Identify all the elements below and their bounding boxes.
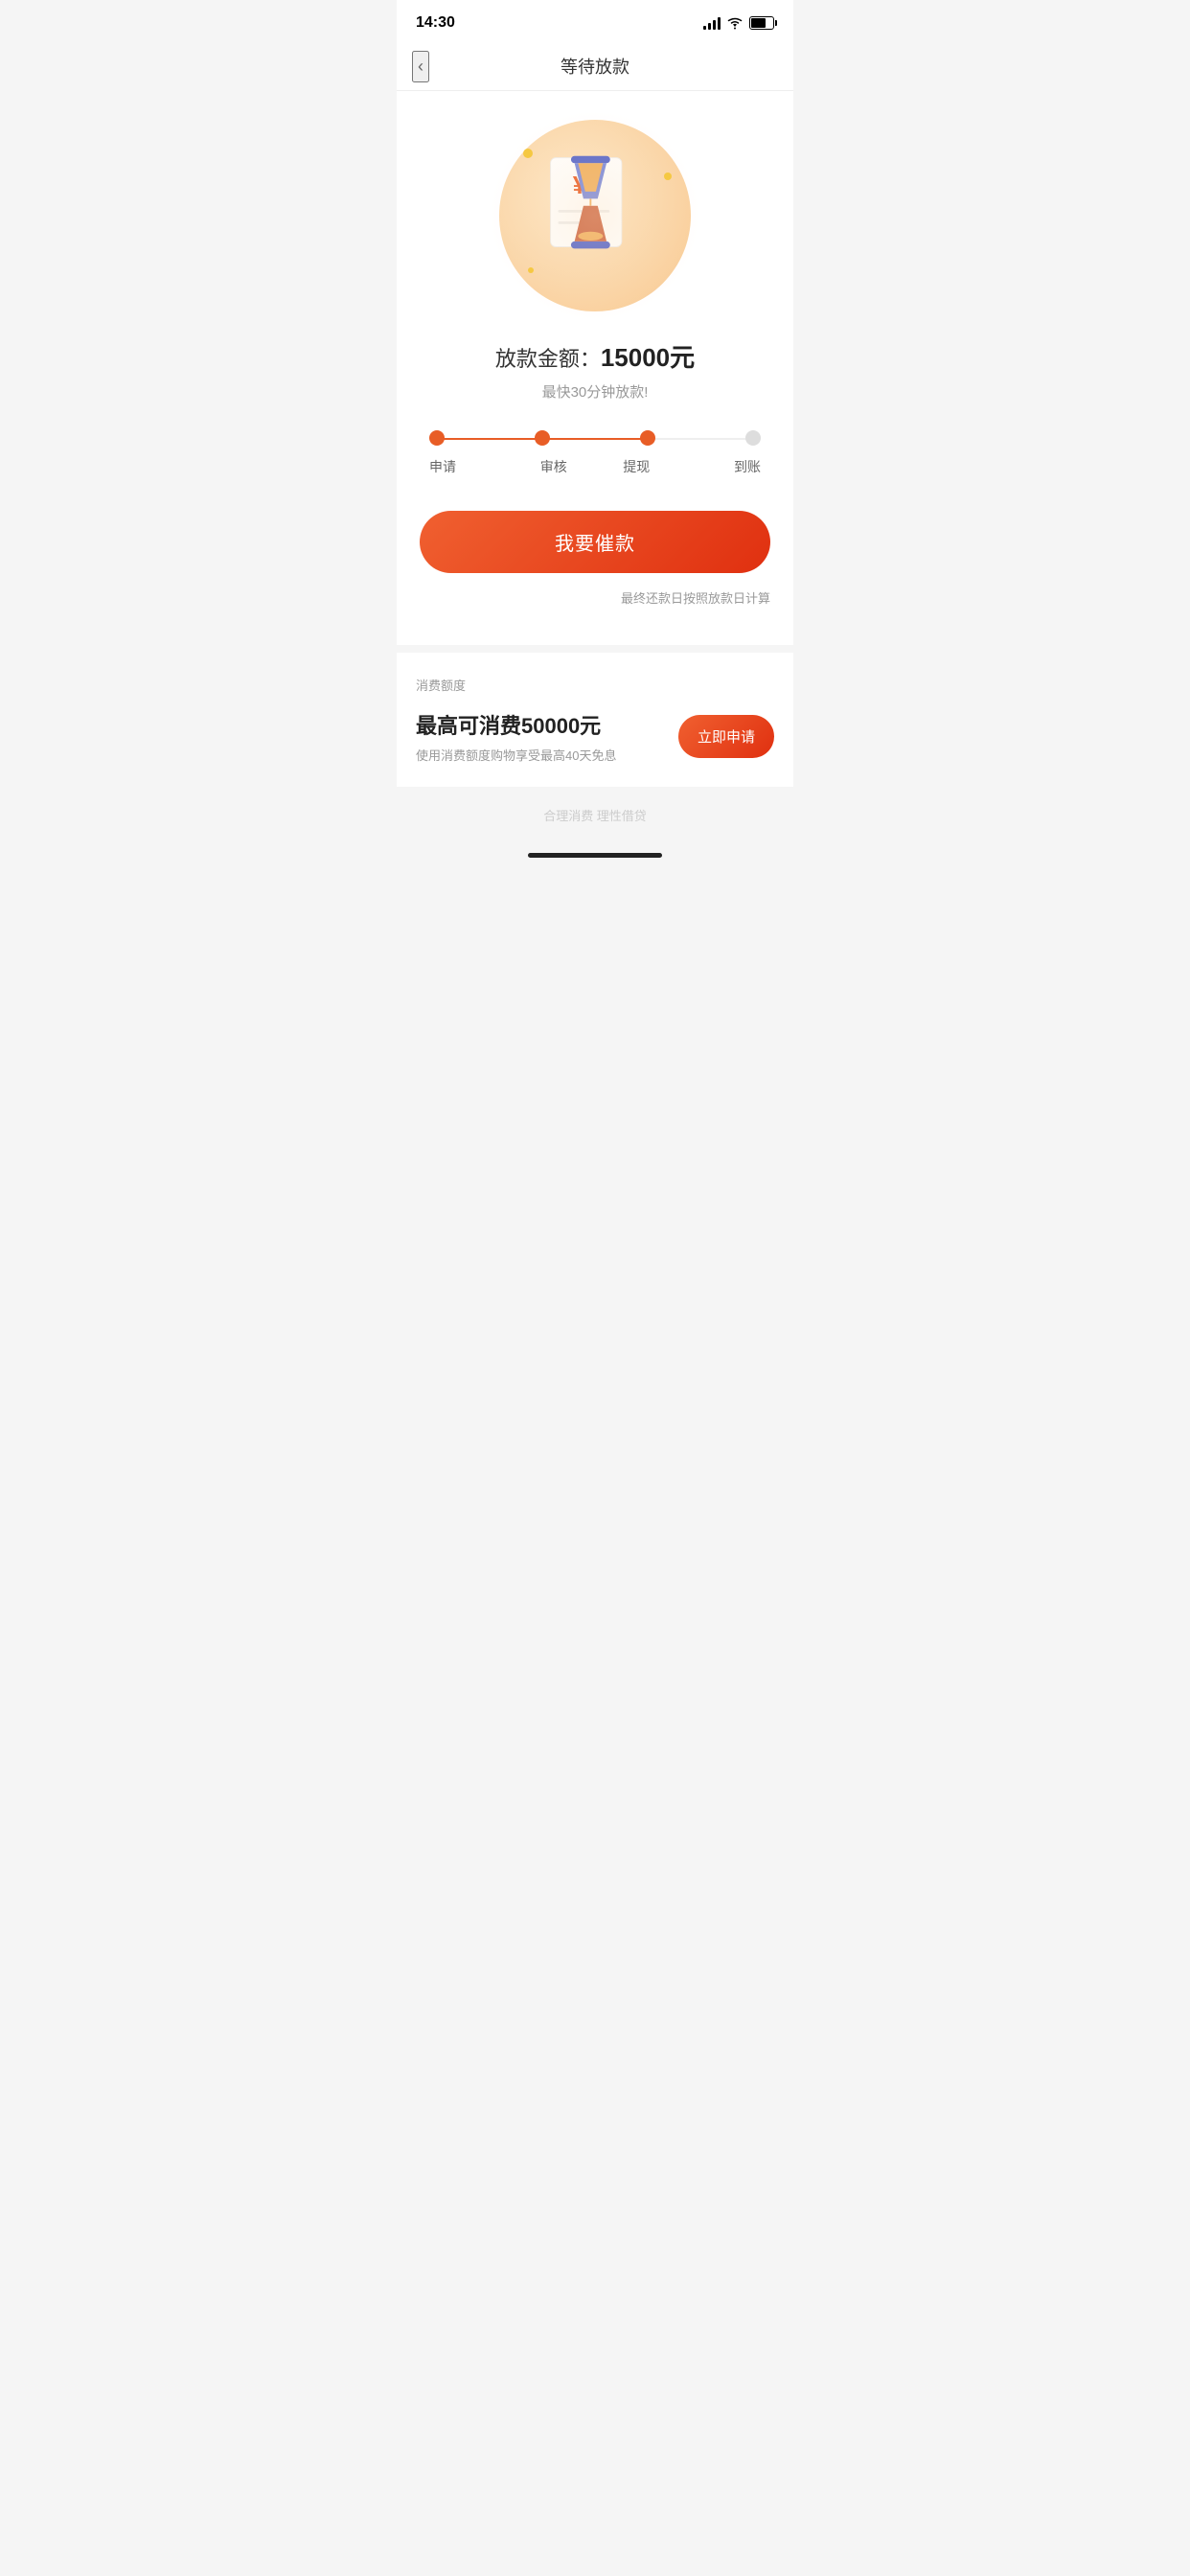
- progress-step-3: [640, 430, 655, 446]
- promo-description: 使用消费额度购物享受最高40天免息: [416, 746, 678, 764]
- amount-subtitle: 最快30分钟放款!: [420, 381, 770, 402]
- promo-label: 消费额度: [416, 676, 774, 694]
- promo-info: 最高可消费50000元 使用消费额度购物享受最高40天免息: [416, 709, 678, 764]
- dot-decoration-1: [523, 149, 533, 158]
- dot-decoration-3: [528, 267, 534, 273]
- back-button[interactable]: ‹: [412, 51, 429, 82]
- promo-content: 最高可消费50000元 使用消费额度购物享受最高40天免息 立即申请: [416, 709, 774, 764]
- main-content: ¥: [397, 91, 793, 645]
- step-label-4: 到账: [678, 457, 762, 476]
- dot-decoration-2: [664, 172, 672, 180]
- apply-now-button[interactable]: 立即申请: [678, 715, 774, 758]
- section-divider: [397, 645, 793, 653]
- footer-text: 合理消费 理性借贷: [397, 787, 793, 843]
- amount-title: 放款金额：15000元: [420, 338, 770, 374]
- nav-bar: ‹ 等待放款: [397, 42, 793, 91]
- progress-step-1: [429, 430, 445, 446]
- step-label-2: 审核: [513, 457, 596, 476]
- status-icons: [703, 16, 774, 30]
- step-label-3: 提现: [595, 457, 678, 476]
- step-label-1: 申请: [429, 457, 513, 476]
- action-note: 最终还款日按照放款日计算: [420, 588, 770, 607]
- amount-section: 放款金额：15000元 最快30分钟放款!: [420, 338, 770, 402]
- promo-amount: 最高可消费50000元: [416, 709, 678, 740]
- amount-prefix: 放款金额：: [495, 347, 601, 371]
- home-indicator: [397, 843, 793, 877]
- progress-step-4: [745, 430, 761, 446]
- svg-text:¥: ¥: [573, 171, 587, 199]
- status-time: 14:30: [416, 14, 455, 32]
- status-bar: 14:30: [397, 0, 793, 42]
- battery-icon: [749, 16, 774, 30]
- progress-track: [429, 430, 761, 446]
- illustration-circle: ¥: [499, 120, 691, 311]
- progress-section: 申请 审核 提现 到账: [420, 430, 770, 476]
- amount-value: 15000元: [601, 343, 695, 372]
- home-bar: [528, 853, 662, 858]
- signal-icon: [703, 16, 721, 30]
- page-title: 等待放款: [561, 54, 629, 79]
- wifi-icon: [726, 16, 744, 30]
- urge-button[interactable]: 我要催款: [420, 511, 770, 573]
- illustration-area: ¥: [420, 120, 770, 311]
- promo-section: 消费额度 最高可消费50000元 使用消费额度购物享受最高40天免息 立即申请: [397, 653, 793, 787]
- progress-labels: 申请 审核 提现 到账: [429, 457, 761, 476]
- hourglass-illustration: ¥: [538, 153, 652, 278]
- progress-step-2: [535, 430, 550, 446]
